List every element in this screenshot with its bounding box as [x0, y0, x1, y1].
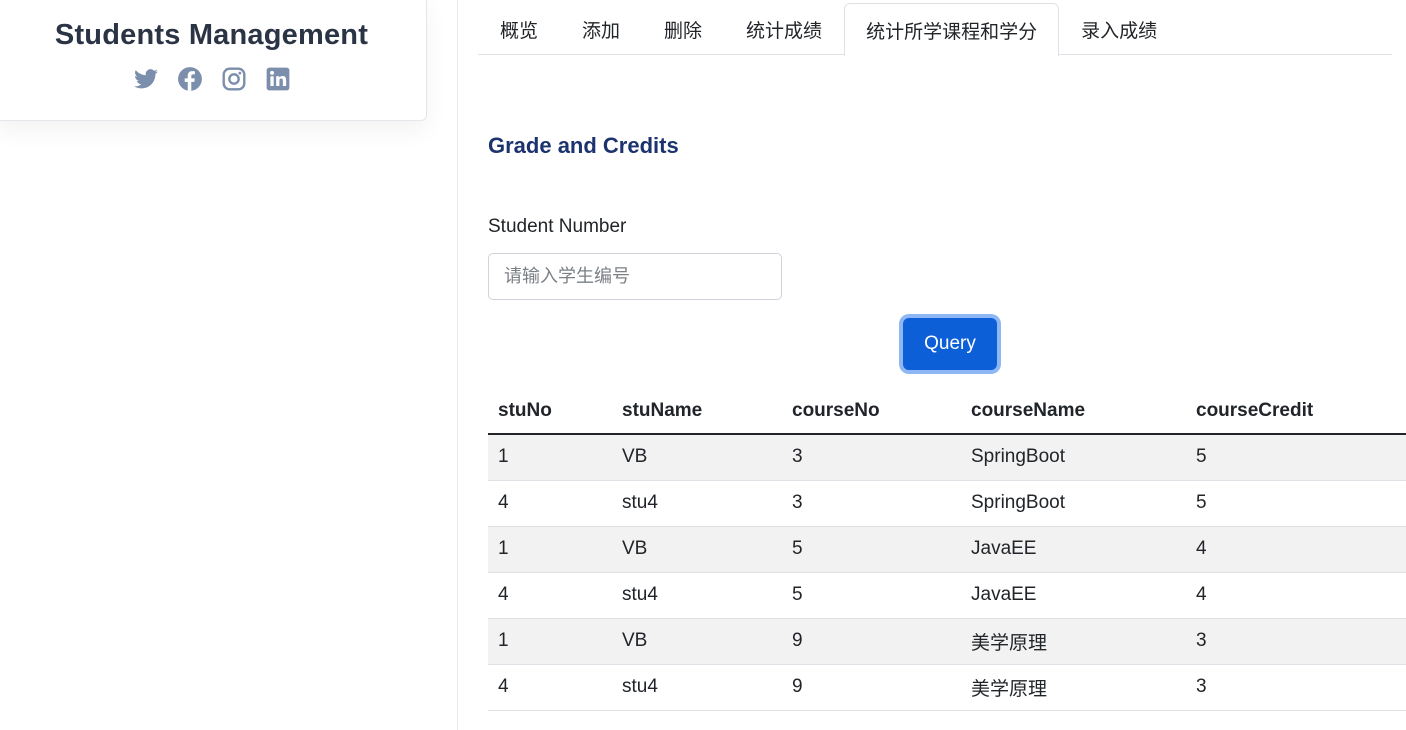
cell-coursecredit: 4: [1186, 526, 1406, 573]
cell-stuname: VB: [612, 526, 782, 573]
cell-stuname: VB: [612, 434, 782, 481]
cell-stuname: stu4: [612, 664, 782, 711]
cell-coursename: SpringBoot: [961, 480, 1186, 527]
cell-courseno: 9: [782, 618, 961, 665]
tab-enter-grades[interactable]: 录入成绩: [1059, 2, 1179, 55]
cell-coursecredit: 3: [1186, 618, 1406, 665]
linkedin-icon[interactable]: [265, 66, 291, 92]
column-header-coursename: courseName: [961, 388, 1186, 435]
table-row: 4 stu4 3 SpringBoot 5: [488, 480, 1406, 527]
cell-stuno: 4: [488, 572, 612, 619]
tab-delete[interactable]: 删除: [642, 2, 724, 55]
brand-card: Students Management: [0, 0, 427, 121]
cell-courseno: 5: [782, 526, 961, 573]
table-row: 1 VB 3 SpringBoot 5: [488, 434, 1406, 481]
cell-stuname: stu4: [612, 572, 782, 619]
cell-courseno: 3: [782, 480, 961, 527]
cell-coursecredit: 5: [1186, 434, 1406, 481]
social-links: [0, 66, 426, 92]
student-number-label: Student Number: [488, 216, 627, 237]
table-header-row: stuNo stuName courseNo courseName course…: [488, 388, 1406, 435]
query-button[interactable]: Query: [903, 318, 997, 370]
cell-coursename: 美学原理: [961, 618, 1186, 665]
table-row: 1 VB 9 美学原理 3: [488, 618, 1406, 665]
section-title: Grade and Credits: [488, 133, 679, 158]
cell-coursecredit: 3: [1186, 664, 1406, 711]
cell-stuno: 1: [488, 434, 612, 481]
instagram-icon[interactable]: [221, 66, 247, 92]
cell-coursename: 美学原理: [961, 664, 1186, 711]
brand-title: Students Management: [54, 19, 369, 51]
cell-courseno: 5: [782, 572, 961, 619]
cell-stuno: 1: [488, 618, 612, 665]
cell-stuno: 1: [488, 526, 612, 573]
table-row: 4 stu4 5 JavaEE 4: [488, 572, 1406, 619]
cell-coursename: JavaEE: [961, 526, 1186, 573]
tab-grade-stats[interactable]: 统计成绩: [724, 2, 844, 55]
tab-bar: 概览 添加 删除 统计成绩 统计所学课程和学分 录入成绩: [478, 2, 1392, 56]
tab-add[interactable]: 添加: [560, 2, 642, 55]
results-table: stuNo stuName courseNo courseName course…: [488, 388, 1406, 711]
cell-courseno: 3: [782, 434, 961, 481]
column-header-stuno: stuNo: [488, 388, 612, 435]
cell-stuname: VB: [612, 618, 782, 665]
column-header-coursecredit: courseCredit: [1186, 388, 1406, 435]
cell-coursecredit: 4: [1186, 572, 1406, 619]
cell-coursename: JavaEE: [961, 572, 1186, 619]
column-header-courseno: courseNo: [782, 388, 961, 435]
cell-stuno: 4: [488, 664, 612, 711]
tab-overview[interactable]: 概览: [478, 2, 560, 55]
cell-coursename: SpringBoot: [961, 434, 1186, 481]
facebook-icon[interactable]: [177, 66, 203, 92]
column-header-stuname: stuName: [612, 388, 782, 435]
table-row: 1 VB 5 JavaEE 4: [488, 526, 1406, 573]
sidebar: Students Management: [0, 0, 458, 730]
cell-stuname: stu4: [612, 480, 782, 527]
tab-courses-credits[interactable]: 统计所学课程和学分: [844, 3, 1060, 56]
cell-coursecredit: 5: [1186, 480, 1406, 527]
table-row: 4 stu4 9 美学原理 3: [488, 664, 1406, 711]
cell-stuno: 4: [488, 480, 612, 527]
cell-courseno: 9: [782, 664, 961, 711]
main-content: 概览 添加 删除 统计成绩 统计所学课程和学分 录入成绩 Grade and C…: [478, 0, 1406, 730]
twitter-icon[interactable]: [133, 66, 159, 92]
student-number-input[interactable]: [488, 253, 782, 300]
